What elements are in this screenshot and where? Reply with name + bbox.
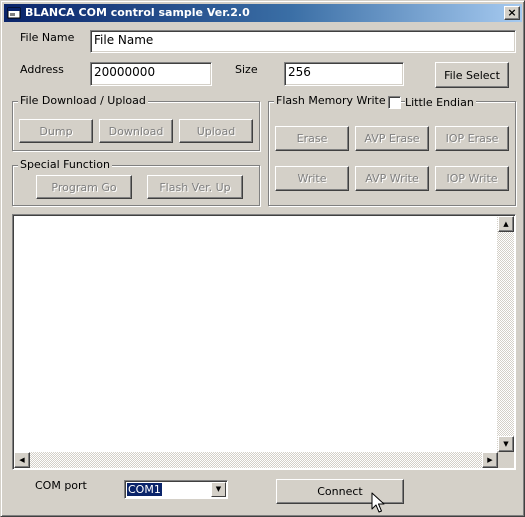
mouse-pointer-icon [371,492,385,513]
close-icon: × [507,6,517,19]
special-function-group-label: Special Function [18,158,112,171]
upload-button[interactable]: Upload [179,119,253,143]
flash-memory-group-label: Flash Memory Write [274,94,388,107]
iop-erase-button[interactable]: IOP Erase [435,126,509,151]
file-name-input[interactable]: File Name [90,30,516,53]
size-input[interactable]: 256 [284,62,404,86]
address-input[interactable]: 20000000 [90,62,212,86]
little-endian-label[interactable]: Little Endian [405,96,476,109]
erase-button[interactable]: Erase [275,126,349,151]
file-select-button[interactable]: File Select [435,62,509,88]
scroll-left-button[interactable]: ◀ [14,452,30,468]
scroll-down-button[interactable]: ▼ [498,436,514,452]
avp-write-button[interactable]: AVP Write [355,166,429,191]
scroll-right-button[interactable]: ▶ [482,452,498,468]
com-port-value: COM1 [127,483,162,496]
scroll-up-button[interactable]: ▲ [498,216,514,232]
com-port-label: COM port [35,479,87,492]
program-go-button[interactable]: Program Go [36,175,132,199]
flash-ver-up-button[interactable]: Flash Ver. Up [147,175,243,199]
scrollbar-corner [498,452,514,468]
arrow-up-icon: ▲ [503,220,509,228]
write-button[interactable]: Write [275,166,349,191]
file-name-label: File Name [20,31,75,44]
file-transfer-group-label: File Download / Upload [18,94,148,107]
output-text [15,217,495,451]
window-title: BLANCA COM control sample Ver.2.0 [25,6,250,19]
arrow-down-icon: ▼ [503,440,509,448]
title-bar[interactable]: BLANCA COM control sample Ver.2.0 × [4,4,522,22]
output-textarea[interactable]: ▲ ▼ ◀ ▶ [12,214,516,470]
app-window-icon [7,7,21,19]
com-port-dropdown-button[interactable]: ▼ [211,482,226,497]
chevron-down-icon: ▼ [215,485,222,493]
vertical-scrollbar[interactable] [497,216,514,452]
arrow-right-icon: ▶ [487,456,493,464]
iop-write-button[interactable]: IOP Write [435,166,509,191]
little-endian-checkbox[interactable] [388,96,401,109]
arrow-left-icon: ◀ [19,456,25,464]
dump-button[interactable]: Dump [19,119,93,143]
close-button[interactable]: × [504,6,520,20]
avp-erase-button[interactable]: AVP Erase [355,126,429,151]
main-window: BLANCA COM control sample Ver.2.0 × File… [0,0,525,517]
horizontal-scrollbar[interactable] [14,452,497,468]
size-label: Size [235,63,258,76]
address-label: Address [20,63,64,76]
download-button[interactable]: Download [99,119,173,143]
com-port-select[interactable]: COM1 ▼ [124,480,228,499]
